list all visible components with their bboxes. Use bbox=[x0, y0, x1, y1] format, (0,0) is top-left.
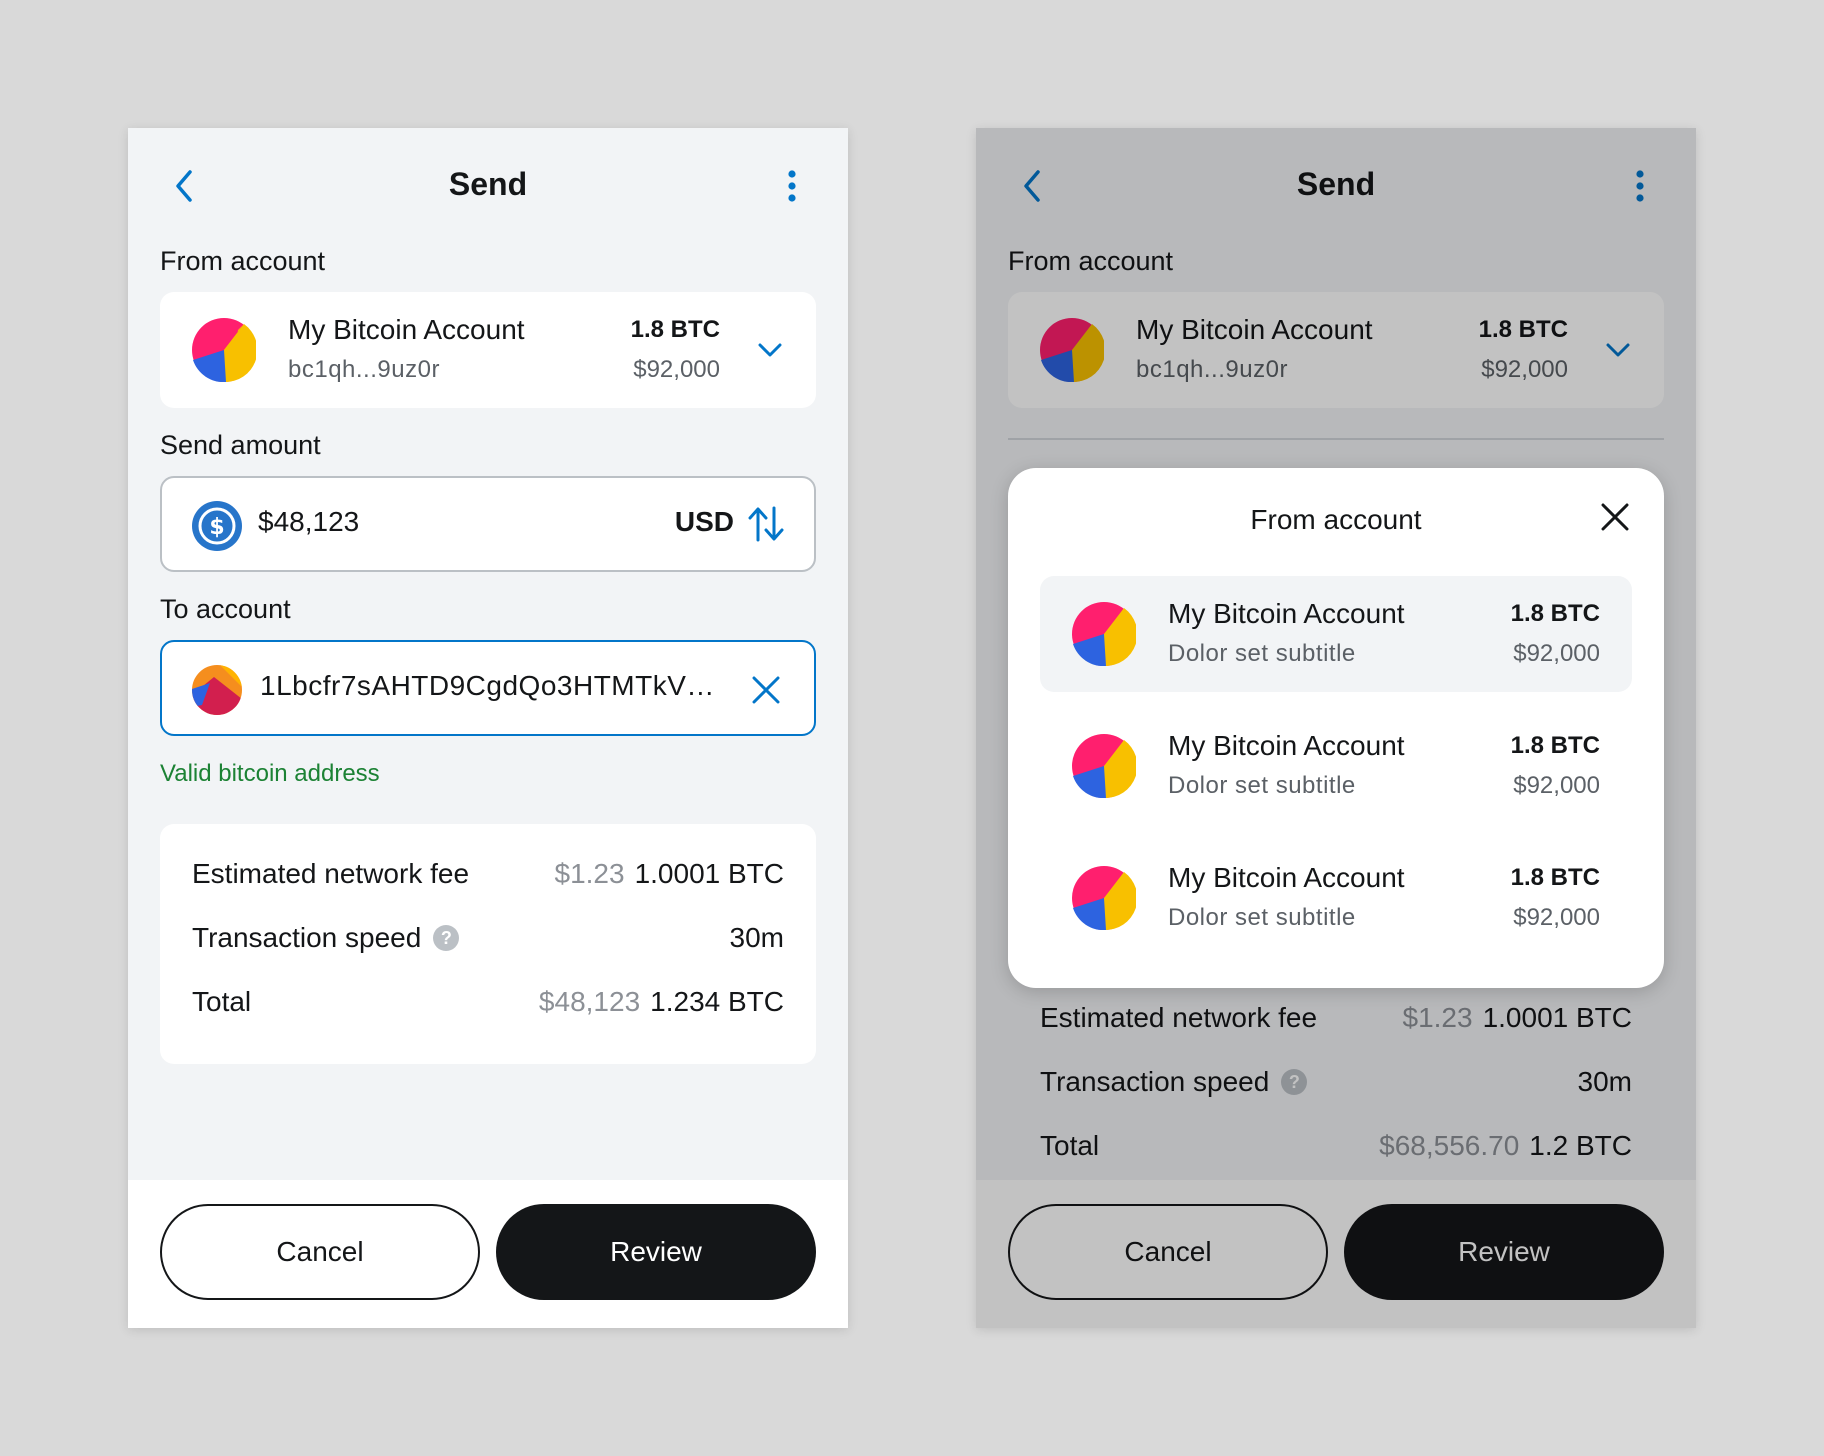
account-name: My Bitcoin Account bbox=[1168, 730, 1405, 761]
close-icon[interactable] bbox=[750, 674, 782, 706]
fee-value: $1.23 1.0001 BTC bbox=[555, 858, 785, 890]
amount-value: $48,123 bbox=[258, 506, 360, 537]
account-btc-balance: 1.8 BTC bbox=[1510, 732, 1600, 759]
send-amount-input[interactable]: $ $48,123 USD bbox=[160, 476, 816, 572]
usdc-coin-icon: $ bbox=[192, 501, 242, 551]
total-value: $48,123 1.234 BTC bbox=[539, 986, 784, 1018]
account-subtitle: Dolor set subtitle bbox=[1168, 904, 1356, 931]
speed-row: Transaction speed? 30m bbox=[192, 918, 784, 958]
close-icon[interactable] bbox=[1598, 500, 1632, 534]
address-avatar-icon bbox=[192, 665, 242, 715]
fee-btc: 1.0001 BTC bbox=[634, 858, 784, 889]
account-usd-balance: $92,000 bbox=[1513, 904, 1600, 931]
account-picker-modal: From account My Bitcoin Account Dolor se… bbox=[1008, 468, 1664, 988]
account-usd-balance: $92,000 bbox=[1513, 640, 1600, 667]
page-title: Send bbox=[448, 166, 528, 202]
speed-value: 30m bbox=[729, 922, 784, 953]
account-avatar-icon bbox=[192, 318, 256, 382]
account-usd-balance: $92,000 bbox=[633, 356, 720, 383]
to-account-input[interactable]: 1Lbcfr7sAHTD9CgdQo3HTMTkV8LK4ZnX71 bbox=[160, 640, 816, 736]
more-menu-button[interactable] bbox=[772, 166, 812, 206]
speed-label-wrap: Transaction speed? bbox=[192, 922, 460, 954]
fee-summary-card: Estimated network fee $1.23 1.0001 BTC Tr… bbox=[160, 824, 816, 1064]
swap-arrows-icon[interactable] bbox=[746, 504, 786, 544]
account-avatar-icon bbox=[1072, 602, 1136, 666]
account-option[interactable]: My Bitcoin Account Dolor set subtitle 1.… bbox=[1040, 708, 1632, 824]
account-subtitle: Dolor set subtitle bbox=[1168, 772, 1356, 799]
account-btc-balance: 1.8 BTC bbox=[1510, 600, 1600, 627]
cancel-button[interactable]: Cancel bbox=[160, 1204, 480, 1300]
to-account-label: To account bbox=[160, 594, 291, 624]
review-button[interactable]: Review bbox=[496, 1204, 816, 1300]
question-mark-icon[interactable]: ? bbox=[433, 925, 460, 951]
send-screen-with-modal: Send From account My Bitcoin Account bc1… bbox=[976, 128, 1696, 1328]
account-avatar-icon bbox=[1072, 866, 1136, 930]
total-label: Total bbox=[192, 986, 252, 1017]
fee-label: Estimated network fee bbox=[192, 858, 470, 889]
account-option[interactable]: My Bitcoin Account Dolor set subtitle 1.… bbox=[1040, 840, 1632, 956]
chevron-down-icon[interactable] bbox=[756, 336, 784, 364]
account-btc-balance: 1.8 BTC bbox=[1510, 864, 1600, 891]
amount-currency: USD bbox=[674, 506, 734, 537]
account-name: My Bitcoin Account bbox=[288, 314, 525, 345]
from-account-selector[interactable]: My Bitcoin Account bc1qh...9uz0r 1.8 BTC… bbox=[160, 292, 816, 408]
account-option[interactable]: My Bitcoin Account Dolor set subtitle 1.… bbox=[1040, 576, 1632, 692]
account-address: bc1qh...9uz0r bbox=[288, 356, 440, 383]
account-subtitle: Dolor set subtitle bbox=[1168, 640, 1356, 667]
to-address-value: 1Lbcfr7sAHTD9CgdQo3HTMTkV8LK4ZnX71 bbox=[260, 670, 730, 701]
total-btc: 1.234 BTC bbox=[650, 986, 784, 1017]
speed-label: Transaction speed bbox=[192, 922, 422, 953]
kebab-menu-icon bbox=[788, 170, 796, 202]
divider bbox=[1008, 438, 1664, 440]
account-name: My Bitcoin Account bbox=[1168, 598, 1405, 629]
account-name: My Bitcoin Account bbox=[1168, 862, 1405, 893]
total-row: Total $48,123 1.234 BTC bbox=[192, 982, 784, 1022]
svg-text:$: $ bbox=[209, 515, 224, 540]
fee-row: Estimated network fee $1.23 1.0001 BTC bbox=[192, 854, 784, 894]
account-usd-balance: $92,000 bbox=[1513, 772, 1600, 799]
footer: Cancel Review bbox=[128, 1180, 848, 1328]
account-btc-balance: 1.8 BTC bbox=[630, 316, 720, 343]
from-account-label: From account bbox=[160, 246, 326, 276]
total-usd: $48,123 bbox=[538, 986, 641, 1017]
send-amount-label: Send amount bbox=[160, 430, 321, 460]
header: Send bbox=[128, 128, 848, 244]
send-screen: Send From account My Bitcoin Account bc1… bbox=[128, 128, 848, 1328]
modal-title: From account bbox=[1250, 504, 1422, 535]
account-avatar-icon bbox=[1072, 734, 1136, 798]
fee-usd: $1.23 bbox=[554, 858, 625, 889]
validation-message: Valid bitcoin address bbox=[160, 760, 380, 787]
